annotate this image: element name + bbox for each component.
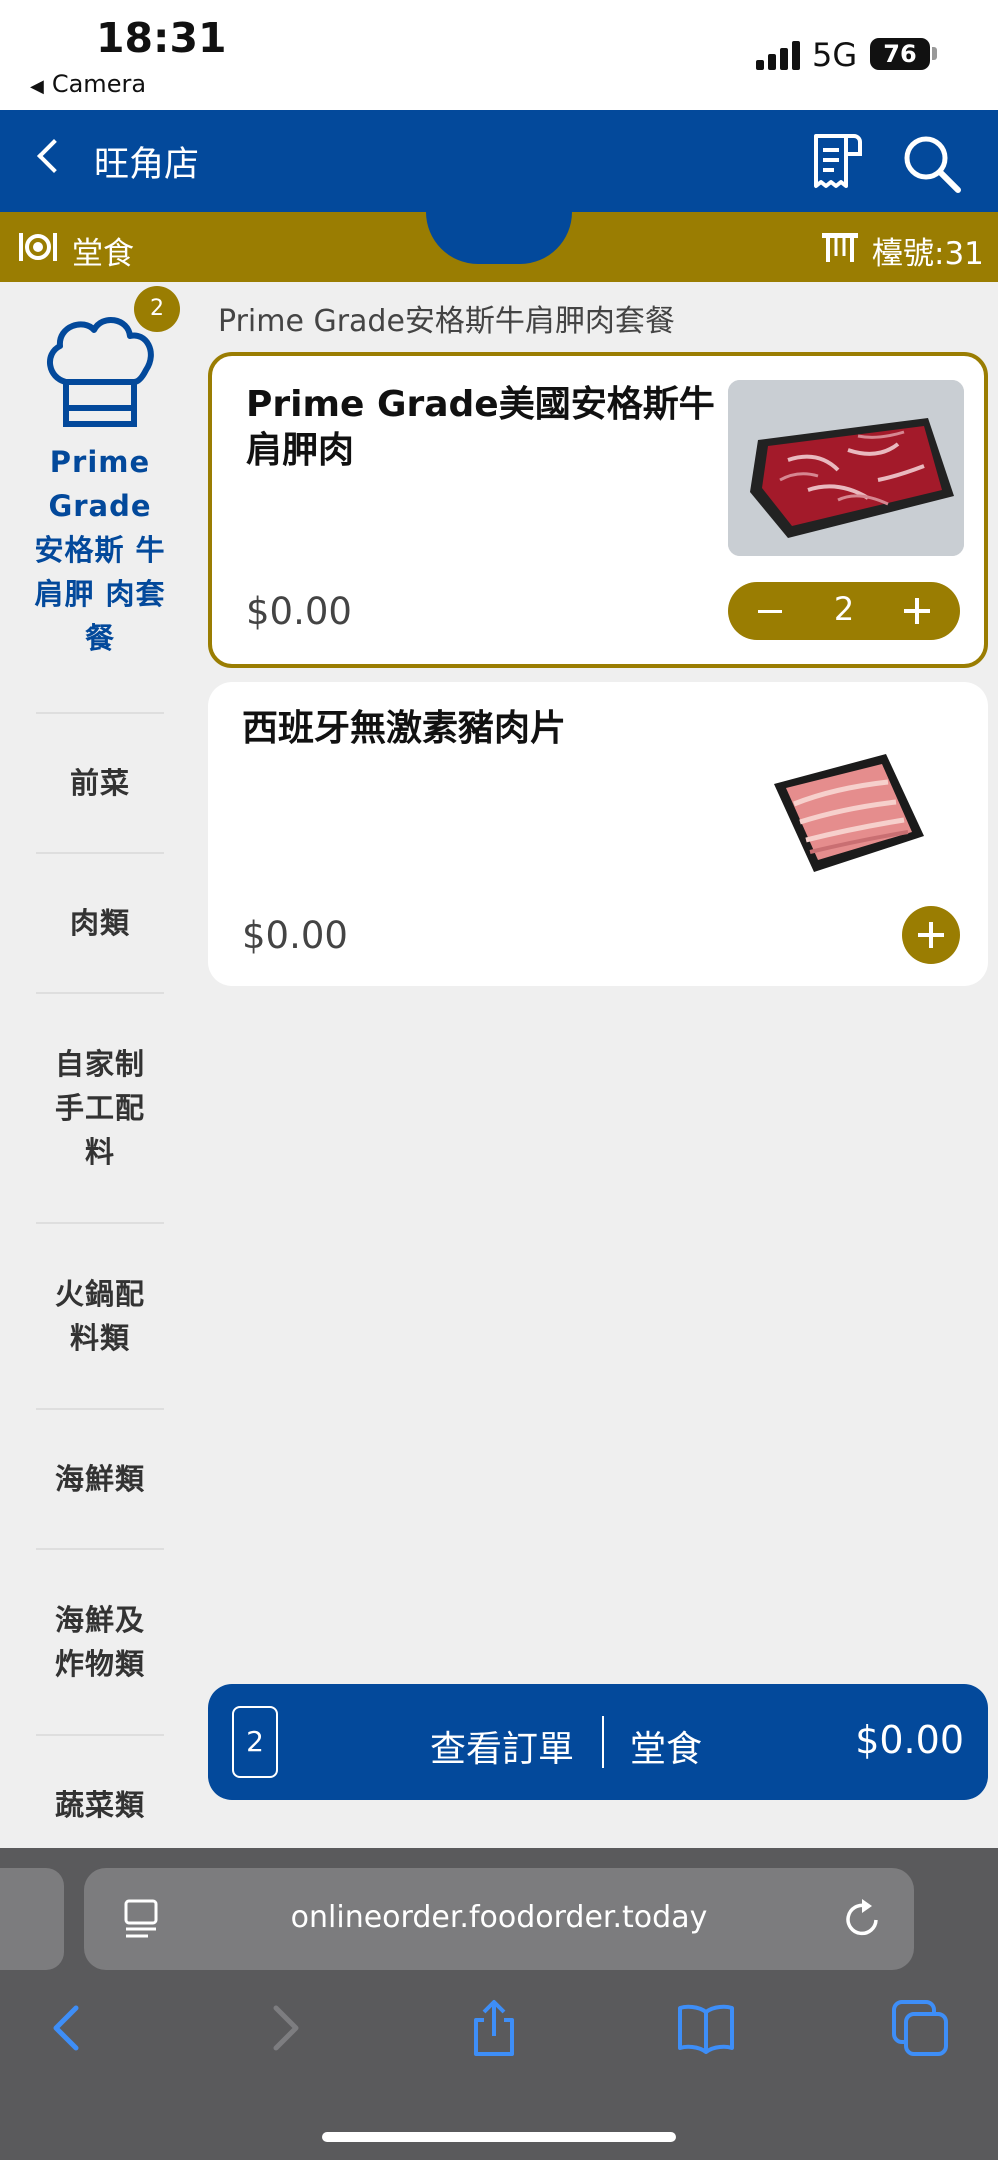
plate-cutlery-icon	[19, 233, 57, 261]
chef-hat-icon	[47, 317, 154, 427]
network-type: 5G	[812, 36, 858, 74]
sidebar-active-label: Prime Grade 安格斯 牛肩胛 肉套餐	[34, 445, 166, 655]
divider	[602, 1716, 604, 1768]
signal-icon	[756, 40, 802, 70]
add-to-cart-button[interactable]	[902, 906, 960, 964]
browser-toolbar: onlineorder.foodorder.today	[0, 1848, 998, 2160]
receipt-icon[interactable]	[810, 132, 866, 190]
product-card[interactable]: 西班牙無激素豬肉片 $0.00	[208, 682, 988, 986]
search-icon[interactable]	[900, 132, 964, 196]
table-number: 檯號:31	[872, 236, 984, 272]
order-total: $0.00	[855, 1718, 964, 1762]
quantity-stepper[interactable]: 2	[728, 582, 960, 640]
share-icon[interactable]	[464, 1998, 524, 2058]
chevron-left-icon[interactable]	[37, 139, 71, 173]
sidebar-item-seafood-fried[interactable]: 海鮮及炸物類	[36, 1548, 164, 1734]
sidebar-item-hotpot[interactable]: 火鍋配料類	[36, 1222, 164, 1408]
product-price: $0.00	[242, 914, 348, 957]
order-count-badge: 2	[232, 1706, 278, 1778]
tabs-icon[interactable]	[890, 1998, 950, 2058]
sidebar-item-meat[interactable]: 肉類	[36, 852, 164, 992]
product-image-pork	[774, 754, 924, 872]
category-sidebar: 2 Prime Grade 安格斯 牛肩胛 肉套餐 前菜 肉類 自家制手工配料 …	[0, 282, 200, 1848]
sidebar-item-homemade[interactable]: 自家制手工配料	[36, 992, 164, 1222]
view-order-label: 查看訂單	[430, 1729, 575, 1770]
store-title: 旺角店	[94, 145, 200, 185]
product-card[interactable]: Prime Grade美國安格斯牛肩胛肉 $0.00 2	[208, 352, 988, 668]
plus-icon	[918, 922, 944, 948]
browser-nav-row	[0, 1998, 998, 2078]
url-text: onlineorder.foodorder.today	[290, 1900, 708, 1935]
back-to-app-link[interactable]: ◀ Camera	[30, 70, 146, 98]
table-icon	[822, 233, 858, 262]
product-image-beef	[728, 380, 964, 556]
category-title: Prime Grade安格斯牛肩胛肉套餐	[218, 304, 675, 339]
previous-tab-preview[interactable]	[0, 1868, 64, 1970]
sidebar-item-active[interactable]: 2 Prime Grade 安格斯 牛肩胛 肉套餐	[0, 282, 200, 712]
back-icon[interactable]	[38, 1998, 98, 2058]
sidebar-item-appetizers[interactable]: 前菜	[36, 712, 164, 852]
product-price: $0.00	[246, 590, 352, 633]
battery-tip	[932, 47, 937, 60]
app-header: 旺角店	[0, 110, 998, 212]
sidebar-count-badge: 2	[134, 286, 180, 332]
clock: 18:31	[96, 14, 227, 62]
back-triangle-icon: ◀	[30, 76, 44, 97]
home-indicator	[322, 2132, 676, 2142]
address-bar[interactable]: onlineorder.foodorder.today	[84, 1868, 914, 1970]
reload-icon[interactable]	[842, 1896, 884, 1940]
dining-mode-label: 堂食	[72, 236, 134, 272]
back-app-label: Camera	[51, 70, 147, 98]
view-order-bar[interactable]: 2 查看訂單 堂食 $0.00	[208, 1684, 988, 1800]
forward-icon[interactable]	[254, 1998, 314, 2058]
order-mode-label: 堂食	[630, 1729, 703, 1770]
bookmarks-icon[interactable]	[676, 1998, 736, 2058]
sidebar-item-seafood[interactable]: 海鮮類	[36, 1408, 164, 1548]
plus-icon[interactable]	[904, 598, 930, 624]
status-bar: 18:31 ◀ Camera 5G 76	[0, 0, 998, 110]
product-name: Prime Grade美國安格斯牛肩胛肉	[246, 384, 715, 471]
product-name: 西班牙無激素豬肉片	[242, 708, 567, 749]
battery-icon: 76	[870, 38, 930, 70]
